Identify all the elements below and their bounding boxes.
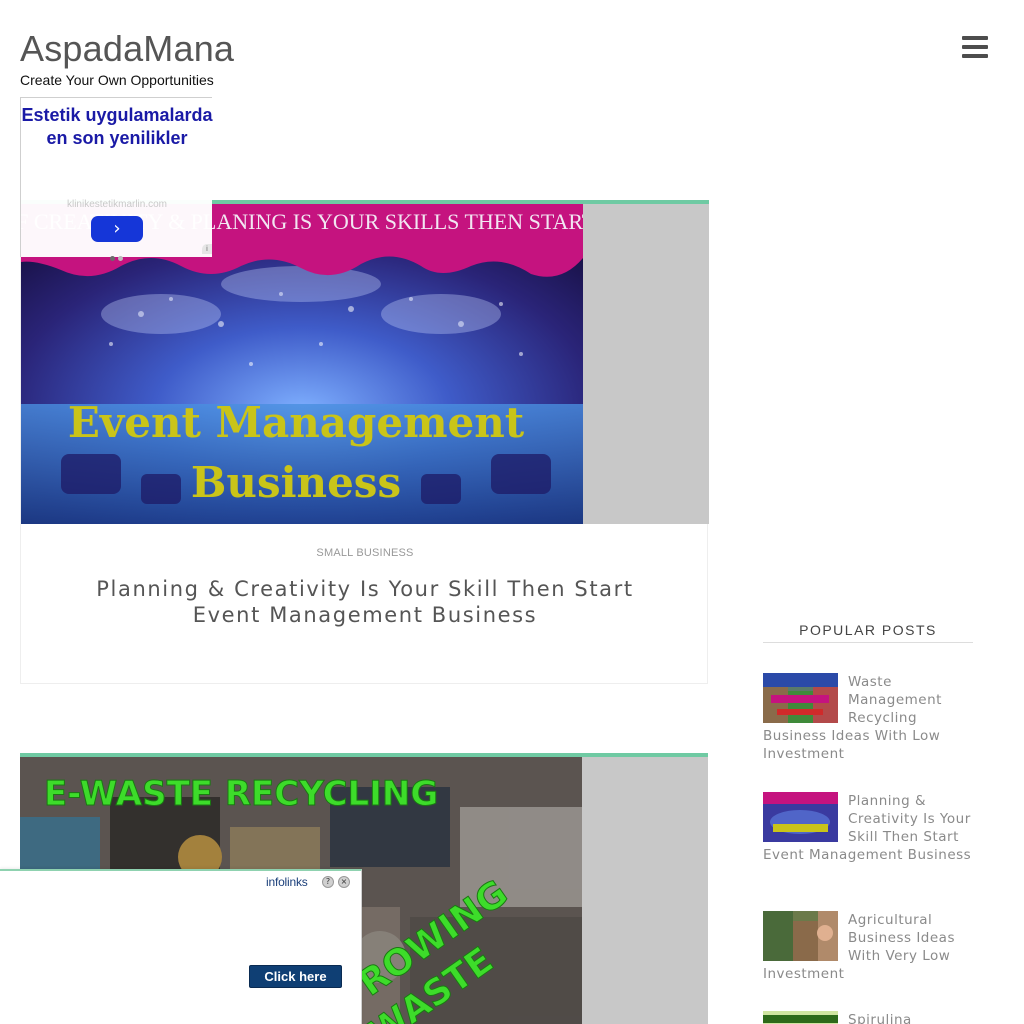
popular-post-thumbnail[interactable] bbox=[763, 792, 838, 842]
menu-bar bbox=[962, 36, 988, 40]
site-tagline: Create Your Own Opportunities bbox=[20, 72, 214, 88]
popular-post-thumbnail[interactable] bbox=[763, 911, 838, 961]
popular-post-item[interactable]: Spirulina bbox=[763, 1011, 973, 1024]
image-caption-main: Business bbox=[191, 458, 401, 507]
ad-banner-bottom[interactable]: infolinks ? × Click here bbox=[0, 869, 362, 1024]
page: AspadaMana Create Your Own Opportunities bbox=[0, 0, 1024, 1024]
carousel-dot[interactable] bbox=[118, 256, 123, 261]
site-title[interactable]: AspadaMana bbox=[20, 28, 234, 70]
popular-posts-heading: POPULAR POSTS bbox=[799, 622, 937, 638]
post-card: IF CREATIVITY & PLANING IS YOUR SKILLS T… bbox=[20, 200, 709, 684]
popular-post-item[interactable]: Planning & Creativity Is Your Skill Then… bbox=[763, 792, 973, 864]
post-title[interactable]: Planning & Creativity Is Your Skill Then… bbox=[61, 576, 669, 628]
carousel-dot[interactable] bbox=[110, 256, 115, 261]
help-icon[interactable]: ? bbox=[322, 876, 334, 888]
click-here-button[interactable]: Click here bbox=[249, 965, 342, 988]
popular-post-item[interactable]: Agricultural Business Ideas With Very Lo… bbox=[763, 911, 973, 983]
ad-url[interactable]: klinikestetikmarlin.com bbox=[31, 199, 203, 210]
ad-headline[interactable]: Estetik uygulamalarda en son yenilikler bbox=[21, 104, 213, 150]
popular-post-thumbnail[interactable] bbox=[763, 1011, 838, 1024]
popular-post-item[interactable]: Waste Management Recycling Business Idea… bbox=[763, 673, 973, 763]
popular-post-thumbnail[interactable] bbox=[763, 673, 838, 723]
ad-info-icon[interactable]: i bbox=[202, 244, 212, 254]
menu-bar bbox=[962, 54, 988, 58]
divider bbox=[763, 642, 973, 643]
infolinks-logo[interactable]: infolinks bbox=[266, 875, 308, 889]
chevron-right-icon[interactable]: › bbox=[91, 216, 143, 242]
image-caption-main: Event Management bbox=[68, 398, 525, 447]
hamburger-menu-icon[interactable] bbox=[962, 36, 988, 60]
image-caption-top: E-WASTE RECYCLING bbox=[44, 774, 438, 814]
ad-carousel-dots bbox=[110, 246, 126, 261]
ad-banner-top[interactable]: Estetik uygulamalarda en son yenilikler … bbox=[20, 97, 213, 261]
post-category[interactable]: SMALL BUSINESS bbox=[21, 547, 709, 559]
menu-bar bbox=[962, 45, 988, 49]
close-icon[interactable]: × bbox=[338, 876, 350, 888]
